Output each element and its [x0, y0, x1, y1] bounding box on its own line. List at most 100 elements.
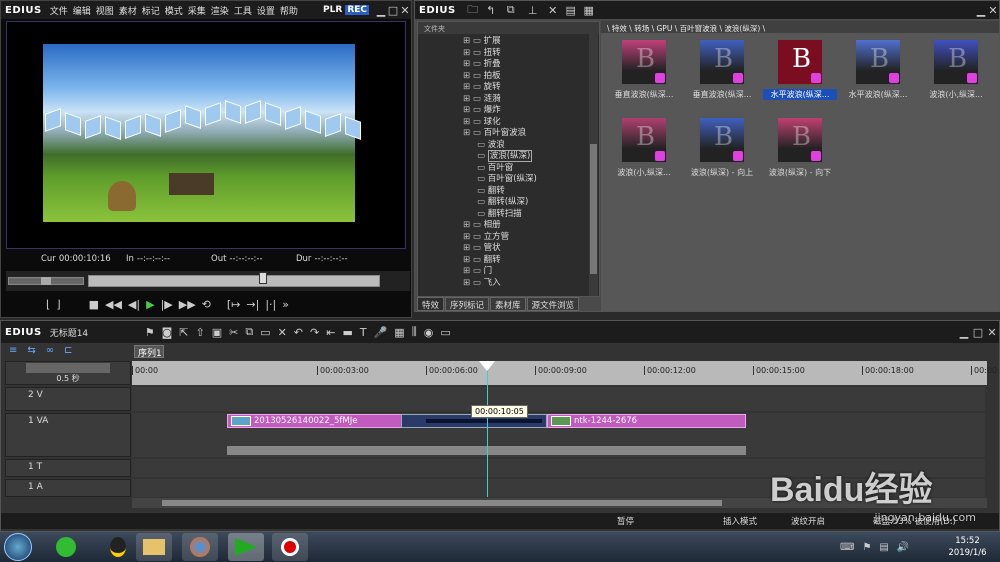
snapshot-icon[interactable]: ◙	[162, 325, 173, 339]
set-in-icon[interactable]: ⌊	[46, 298, 50, 311]
start-button[interactable]	[4, 533, 32, 561]
menu-item-8[interactable]: 工具	[234, 4, 252, 17]
view-icon[interactable]: ▦	[580, 4, 598, 17]
fast-forward-icon[interactable]: ▶▶	[179, 298, 196, 311]
clip-2[interactable]: ntk-1244-2676	[547, 414, 746, 428]
effect-thumbnail[interactable]: B 垂直波浪(纵深...	[607, 39, 681, 100]
browser-tab[interactable]: 素材库	[490, 297, 526, 311]
effect-thumbnail[interactable]: B 水平波浪(纵深...	[763, 39, 837, 100]
jog-slider[interactable]	[8, 277, 84, 285]
text-icon[interactable]: T	[360, 325, 367, 339]
split-icon[interactable]: |·|	[265, 298, 276, 311]
menu-item-1[interactable]: 编辑	[73, 4, 91, 17]
properties-icon[interactable]: ▤	[562, 4, 580, 17]
browser-tab[interactable]: 源文件浏览	[526, 297, 580, 311]
firefox-taskbar-icon[interactable]	[182, 533, 218, 561]
track-header-2v[interactable]: 2 V	[5, 387, 131, 411]
copy-icon[interactable]: ⧉	[500, 3, 522, 17]
tree-item[interactable]: ⊞ ▭ 相册	[463, 220, 599, 232]
insert-to-timeline-icon[interactable]: [↦	[227, 298, 241, 311]
clock[interactable]: 15:52 2019/1/6	[940, 535, 995, 559]
more-icon[interactable]: »	[282, 298, 289, 311]
group-icon[interactable]: ⊏	[64, 345, 72, 359]
tree-item[interactable]: ▭ 翻转	[463, 186, 599, 198]
menu-item-0[interactable]: 文件	[50, 4, 68, 17]
save-icon[interactable]: ▣	[212, 325, 222, 339]
minimize-icon[interactable]: ▁	[975, 4, 987, 17]
loop-icon[interactable]: ⟲	[202, 298, 211, 311]
edius-taskbar-icon[interactable]	[228, 533, 264, 561]
redo-icon[interactable]: ↷	[310, 325, 319, 339]
filter-icon[interactable]: ⚑	[145, 325, 155, 339]
tree-item[interactable]: ⊞ ▭ 扩展	[463, 36, 599, 48]
step-back-icon[interactable]: ◀|	[128, 298, 140, 311]
menu-item-4[interactable]: 标记	[142, 4, 160, 17]
tree-item[interactable]: ⊞ ▭ 涟漪	[463, 94, 599, 106]
effect-thumbnail[interactable]: B 垂直波浪(纵深...	[685, 39, 759, 100]
step-forward-icon[interactable]: |▶	[161, 298, 173, 311]
volume-icon[interactable]: 🔊	[897, 542, 909, 553]
track-icon[interactable]: ▬	[342, 325, 352, 339]
folder-icon[interactable]: 🗀	[464, 1, 482, 20]
play-icon[interactable]: ▶	[146, 298, 154, 311]
zoom-control[interactable]: 0.5 秒	[5, 361, 131, 385]
tree-item[interactable]: ⊞ ▭ 球化	[463, 117, 599, 129]
browser-tab[interactable]: 序列标记	[445, 297, 490, 311]
flag-icon[interactable]: ⚑	[862, 542, 871, 553]
tree-item[interactable]: ⊞ ▭ 拍板	[463, 71, 599, 83]
tree-item[interactable]: ⊞ ▭ 飞入	[463, 278, 599, 290]
scrub-playhead[interactable]	[259, 272, 268, 284]
tree-item[interactable]: ⊞ ▭ 管状	[463, 243, 599, 255]
minimize-icon[interactable]: ▁	[957, 326, 971, 339]
tree-item[interactable]: ⊞ ▭ 翻转	[463, 255, 599, 267]
effect-thumbnail[interactable]: B 水平波浪(纵深...	[841, 39, 915, 100]
ripple-icon[interactable]: ⇤	[326, 325, 335, 339]
browser-taskbar-icon[interactable]	[48, 533, 84, 561]
paste-icon[interactable]: ▭	[260, 325, 270, 339]
open-icon[interactable]: ⇧	[195, 325, 204, 339]
playhead-line[interactable]	[487, 361, 488, 497]
tree-item[interactable]: ⊞ ▭ 百叶窗波浪	[463, 128, 599, 140]
set-out-icon[interactable]: ⌋	[56, 298, 60, 311]
tree-item[interactable]: ⊞ ▭ 旋转	[463, 82, 599, 94]
keyboard-icon[interactable]: ⌨	[840, 542, 854, 553]
clip-1[interactable]: 20130526140022_5fMJe	[227, 414, 427, 428]
record-taskbar-icon[interactable]	[272, 533, 308, 561]
sync-icon[interactable]: ⇆	[27, 345, 35, 359]
tree-item[interactable]: ⊞ ▭ 门	[463, 266, 599, 278]
mode-icon[interactable]: ≡	[9, 345, 17, 359]
rec-button[interactable]: REC	[345, 5, 369, 15]
menu-item-2[interactable]: 视图	[96, 4, 114, 17]
export-icon[interactable]: ⇱	[179, 325, 188, 339]
track-header-1va[interactable]: 1 VA	[5, 413, 131, 457]
timeline-ruler[interactable]: 00:00 00:00:03:00 00:00:06:00 00:00:09:00 00…	[132, 361, 1000, 385]
delete-icon[interactable]: ✕	[544, 4, 562, 17]
tree-item[interactable]: ⊞ ▭ 爆炸	[463, 105, 599, 117]
menu-item-7[interactable]: 渲染	[211, 4, 229, 17]
track-2v[interactable]	[132, 387, 985, 411]
qq-taskbar-icon[interactable]	[100, 533, 136, 561]
menu-item-5[interactable]: 模式	[165, 4, 183, 17]
plr-button[interactable]: PLR	[323, 5, 342, 15]
close-icon[interactable]: ✕	[987, 4, 999, 17]
network-icon[interactable]: ▤	[879, 542, 888, 553]
menu-item-6[interactable]: 采集	[188, 4, 206, 17]
layout-icon[interactable]: ▭	[440, 325, 450, 339]
tree-item[interactable]: ⊞ ▭ 扭转	[463, 48, 599, 60]
tree-item[interactable]: ⊞ ▭ 立方管	[463, 232, 599, 244]
cut-icon[interactable]: ✂	[229, 325, 238, 339]
link-icon[interactable]: ∞	[46, 345, 54, 359]
tree-item[interactable]: ▭ 百叶窗	[463, 163, 599, 175]
tree-item[interactable]: ▭ 翻转扫描	[463, 209, 599, 221]
undo-icon[interactable]: ↶	[294, 325, 303, 339]
levels-icon[interactable]: ⫼	[412, 325, 417, 339]
track-header-1a[interactable]: 1 A	[5, 479, 131, 497]
close-icon[interactable]: ✕	[985, 326, 999, 339]
playhead-handle[interactable]	[479, 361, 495, 371]
tree-item[interactable]: ⊞ ▭ 折叠	[463, 59, 599, 71]
close-icon[interactable]: ✕	[399, 4, 411, 17]
effect-thumbnail[interactable]: B 波浪(纵深) - 向下	[763, 117, 837, 178]
tree-item[interactable]: ▭ 百叶窗(纵深)	[463, 174, 599, 186]
split-icon[interactable]: ✕	[278, 325, 287, 339]
effect-thumbnail[interactable]: B 波浪(纵深) - 向上	[685, 117, 759, 178]
